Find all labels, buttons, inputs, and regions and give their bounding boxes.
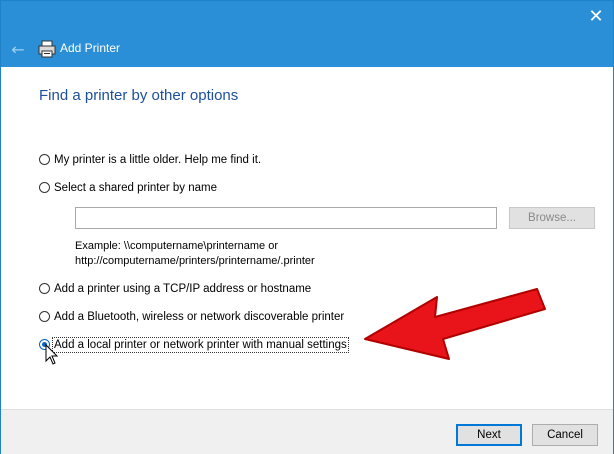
radio-button[interactable]: [39, 181, 50, 193]
shared-printer-input[interactable]: [75, 207, 497, 229]
option-label: My printer is a little older. Help me fi…: [54, 154, 262, 166]
example-line-2: http://computername/printers/printername…: [75, 255, 315, 267]
page-heading: Find a printer by other options: [39, 87, 239, 104]
radio-button[interactable]: [39, 153, 50, 165]
option-shared-printer[interactable]: Select a shared printer by name: [39, 180, 217, 196]
next-button[interactable]: Next: [456, 424, 522, 446]
option-label: Add a local printer or network printer w…: [52, 337, 349, 353]
radio-button[interactable]: [39, 310, 50, 322]
browse-button[interactable]: Browse...: [509, 207, 595, 229]
mouse-pointer-icon: [45, 344, 59, 365]
back-arrow-icon[interactable]: ←: [7, 39, 29, 61]
example-line-1: Example: \\computername\printername or: [75, 240, 278, 252]
option-local-printer[interactable]: Add a local printer or network printer w…: [39, 337, 349, 353]
cancel-button[interactable]: Cancel: [532, 424, 598, 446]
option-label: Select a shared printer by name: [54, 182, 218, 194]
example-text: Example: \\computername\printername or h…: [75, 239, 315, 269]
option-label: Add a Bluetooth, wireless or network dis…: [54, 311, 345, 323]
printer-icon: [38, 40, 56, 58]
option-bluetooth-printer[interactable]: Add a Bluetooth, wireless or network dis…: [39, 309, 344, 325]
add-printer-window: ✕ ← Add Printer Find a printer by other …: [0, 0, 614, 454]
close-button[interactable]: ✕: [585, 7, 607, 27]
footer-bar: Next Cancel: [1, 409, 613, 454]
window-title: Add Printer: [60, 41, 121, 55]
radio-button[interactable]: [39, 282, 50, 294]
title-bar: ✕: [1, 1, 613, 33]
nav-bar: ← Add Printer: [1, 33, 613, 67]
option-label: Add a printer using a TCP/IP address or …: [54, 283, 312, 295]
red-arrow-annotation: [364, 288, 546, 360]
option-older-printer[interactable]: My printer is a little older. Help me fi…: [39, 152, 261, 168]
option-tcpip-printer[interactable]: Add a printer using a TCP/IP address or …: [39, 281, 311, 297]
